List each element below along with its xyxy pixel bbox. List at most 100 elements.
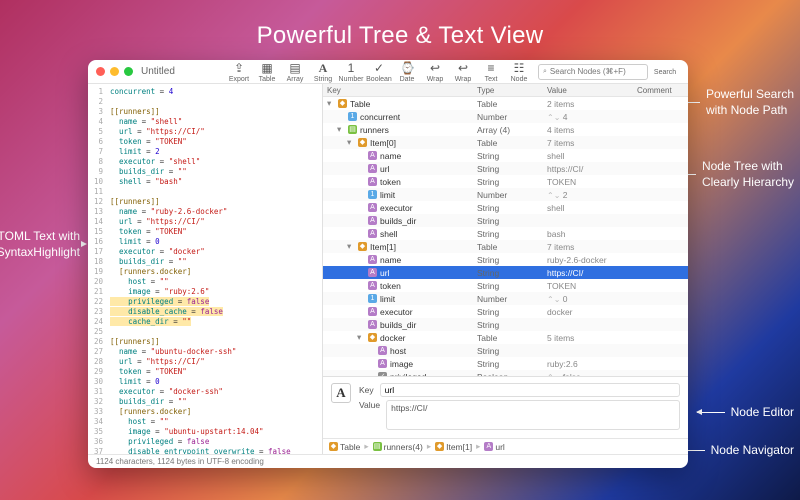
tree-row[interactable]: AexecutorStringshell bbox=[323, 201, 688, 214]
callout-node-editor: Node Editor bbox=[697, 404, 794, 420]
titlebar: Untitled ⇪Export ▦Table ▤Array AString 1… bbox=[88, 60, 688, 84]
row-value: ruby:2.6 bbox=[547, 359, 637, 369]
key-input[interactable] bbox=[380, 383, 680, 397]
tree-body[interactable]: ▾◆TableTable2 items1concurrentNumber⌃⌄ 4… bbox=[323, 97, 688, 376]
wrap-icon: ↩ bbox=[456, 61, 470, 75]
number-button[interactable]: 1Number bbox=[338, 61, 364, 83]
table-button[interactable]: ▦Table bbox=[254, 61, 280, 83]
type-icon: A bbox=[368, 229, 377, 238]
tree-row[interactable]: Abuilds_dirString bbox=[323, 318, 688, 331]
tree-row[interactable]: ▾◆Item[0]Table7 items bbox=[323, 136, 688, 149]
string-button[interactable]: AString bbox=[310, 61, 336, 83]
row-key: Table bbox=[350, 99, 370, 109]
close-icon[interactable] bbox=[96, 67, 105, 76]
row-key: token bbox=[380, 177, 401, 187]
search-input[interactable] bbox=[550, 67, 643, 76]
line-gutter: 1234567891011121314151617181920212223242… bbox=[88, 84, 106, 454]
code-body[interactable]: concurrent = 4 [[runners]] name = "shell… bbox=[106, 84, 322, 454]
tree-row[interactable]: ▾▤runnersArray (4)4 items bbox=[323, 123, 688, 136]
tree-row[interactable]: AexecutorStringdocker bbox=[323, 305, 688, 318]
callout-syntax-highlight: TOML Text withSyntaxHighlight bbox=[0, 228, 86, 260]
zoom-icon[interactable] bbox=[124, 67, 133, 76]
disclosure-icon[interactable]: ▾ bbox=[327, 98, 335, 109]
tree-row[interactable]: Abuilds_dirString bbox=[323, 214, 688, 227]
code-editor[interactable]: 1234567891011121314151617181920212223242… bbox=[88, 84, 323, 454]
toolbar: ⇪Export ▦Table ▤Array AString 1Number ✓B… bbox=[226, 61, 680, 83]
wrap-button[interactable]: ↩Wrap bbox=[422, 61, 448, 83]
chevron-right-icon: ▸ bbox=[364, 441, 368, 452]
text-button[interactable]: ≡Text bbox=[478, 61, 504, 83]
row-type: String bbox=[477, 255, 547, 265]
wrap2-button[interactable]: ↩Wrap bbox=[450, 61, 476, 83]
tree-row[interactable]: 1limitNumber⌃⌄ 2 bbox=[323, 188, 688, 201]
breadcrumb[interactable]: ◆Table▸▤runners(4)▸◆Item[1]▸Aurl bbox=[323, 438, 688, 454]
row-type: Number bbox=[477, 294, 547, 304]
row-key: token bbox=[380, 281, 401, 291]
tree-row[interactable]: 1limitNumber⌃⌄ 0 bbox=[323, 292, 688, 305]
tree-row[interactable]: AimageStringruby:2.6 bbox=[323, 357, 688, 370]
array-button[interactable]: ▤Array bbox=[282, 61, 308, 83]
row-type: Table bbox=[477, 99, 547, 109]
breadcrumb-item[interactable]: Aurl bbox=[484, 442, 504, 452]
value-input[interactable]: https://CI/ bbox=[386, 400, 680, 430]
type-icon: A bbox=[368, 203, 377, 212]
node-button[interactable]: ☷Node bbox=[506, 61, 532, 83]
statusbar: 1124 characters, 1124 bytes in UTF-8 enc… bbox=[88, 454, 688, 468]
row-value: ⌃⌄ 4 bbox=[547, 112, 637, 122]
tree-row[interactable]: AurlStringhttps://CI/ bbox=[323, 266, 688, 279]
type-icon: ◆ bbox=[368, 333, 377, 342]
export-button[interactable]: ⇪Export bbox=[226, 61, 252, 83]
search-icon: ⌕ bbox=[543, 68, 547, 76]
callout-node-navigator: Node Navigator bbox=[677, 442, 794, 458]
row-type: Table bbox=[477, 333, 547, 343]
search-button[interactable]: Search bbox=[650, 68, 680, 76]
tree-row[interactable]: AnameStringruby-2.6-docker bbox=[323, 253, 688, 266]
type-icon: ▤ bbox=[373, 442, 382, 451]
tree-row[interactable]: AtokenStringTOKEN bbox=[323, 175, 688, 188]
tree-row[interactable]: 1concurrentNumber⌃⌄ 4 bbox=[323, 110, 688, 123]
search-box[interactable]: ⌕ bbox=[538, 64, 648, 80]
row-key: limit bbox=[380, 294, 395, 304]
row-key: limit bbox=[380, 190, 395, 200]
row-value: ⌃⌄ 0 bbox=[547, 294, 637, 304]
row-type: Table bbox=[477, 242, 547, 252]
type-icon: A bbox=[368, 255, 377, 264]
tree-row[interactable]: ▾◆Item[1]Table7 items bbox=[323, 240, 688, 253]
row-type: String bbox=[477, 320, 547, 330]
text-icon: ≡ bbox=[484, 61, 498, 75]
stepper-icon[interactable]: ⌃⌄ bbox=[547, 113, 560, 122]
table-icon: ▦ bbox=[260, 61, 274, 75]
type-icon: ◆ bbox=[329, 442, 338, 451]
row-type: String bbox=[477, 216, 547, 226]
stepper-icon[interactable]: ⌃⌄ bbox=[547, 295, 560, 304]
disclosure-icon[interactable]: ▾ bbox=[347, 137, 355, 148]
type-icon: 1 bbox=[348, 112, 357, 121]
type-icon: A bbox=[484, 442, 493, 451]
type-icon: A bbox=[368, 177, 377, 186]
tree-row[interactable]: AhostString bbox=[323, 344, 688, 357]
tree-row[interactable]: AshellStringbash bbox=[323, 227, 688, 240]
tree-row[interactable]: AtokenStringTOKEN bbox=[323, 279, 688, 292]
row-type: Table bbox=[477, 138, 547, 148]
disclosure-icon[interactable]: ▾ bbox=[357, 332, 365, 343]
row-key: executor bbox=[380, 203, 413, 213]
node-type-icon: A bbox=[331, 383, 351, 403]
breadcrumb-item[interactable]: ◆Table bbox=[329, 442, 360, 452]
type-icon: A bbox=[368, 320, 377, 329]
date-button[interactable]: ⌚Date bbox=[394, 61, 420, 83]
tree-row[interactable]: ▾◆dockerTable5 items bbox=[323, 331, 688, 344]
row-type: String bbox=[477, 268, 547, 278]
breadcrumb-item[interactable]: ▤runners(4) bbox=[373, 442, 423, 452]
tree-row[interactable]: AurlStringhttps://CI/ bbox=[323, 162, 688, 175]
tree-row[interactable]: ▾◆TableTable2 items bbox=[323, 97, 688, 110]
stepper-icon[interactable]: ⌃⌄ bbox=[547, 191, 560, 200]
window-controls[interactable] bbox=[96, 67, 133, 76]
minimize-icon[interactable] bbox=[110, 67, 119, 76]
tree-row[interactable]: AnameStringshell bbox=[323, 149, 688, 162]
key-label: Key bbox=[359, 385, 374, 395]
disclosure-icon[interactable]: ▾ bbox=[337, 124, 345, 135]
string-icon: A bbox=[316, 61, 330, 75]
boolean-button[interactable]: ✓Boolean bbox=[366, 61, 392, 83]
breadcrumb-item[interactable]: ◆Item[1] bbox=[435, 442, 472, 452]
disclosure-icon[interactable]: ▾ bbox=[347, 241, 355, 252]
